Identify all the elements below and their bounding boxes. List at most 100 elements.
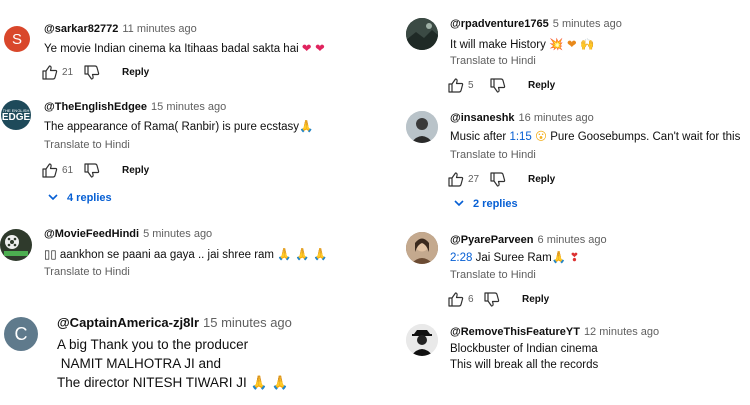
- avatar[interactable]: [0, 229, 32, 261]
- author-handle[interactable]: @CaptainAmerica-zj8lr: [57, 315, 199, 330]
- comment: THE ENGLISH EDGE @TheEnglishEdgee 15 minu…: [0, 90, 380, 218]
- avatar[interactable]: [406, 18, 438, 50]
- translate-link[interactable]: Translate to Hindi: [450, 149, 536, 161]
- avatar[interactable]: S: [4, 26, 30, 52]
- comment-header: @rpadventure1765 5 minutes ago: [450, 18, 622, 30]
- comment: @PyareParveen 6 minutes ago 2:28 Jai Sure…: [380, 225, 750, 320]
- reply-button[interactable]: Reply: [122, 67, 149, 78]
- like-count: 27: [468, 174, 480, 185]
- translate-link[interactable]: Translate to Hindi: [44, 139, 130, 151]
- translate-link[interactable]: Translate to Hindi: [450, 269, 536, 281]
- reply-button[interactable]: Reply: [122, 165, 149, 176]
- comment-time: 12 minutes ago: [583, 326, 660, 338]
- author-handle[interactable]: @TheEnglishEdgee: [44, 101, 147, 113]
- chevron-down-icon: [454, 198, 464, 210]
- comment-text-body: The appearance of Rama( Ranbir) is pure …: [44, 121, 300, 133]
- dislike-icon[interactable]: [490, 78, 506, 93]
- author-handle[interactable]: @MovieFeedHindi: [44, 228, 139, 240]
- translate-link[interactable]: Translate to Hindi: [450, 55, 536, 67]
- video-timestamp-link[interactable]: 1:15: [509, 131, 531, 143]
- dislike-icon[interactable]: [484, 292, 500, 307]
- comment: C @CaptainAmerica-zj8lr 15 minutes ago A …: [0, 300, 380, 405]
- comment-text: Music after 1:15 😮 Pure Goosebumps. Can'…: [450, 128, 740, 145]
- comment-text: 2:28 Jai Suree Ram🙏 ❣: [450, 249, 579, 266]
- like-count: 61: [62, 165, 74, 176]
- pray-emoji: 🙏 🙏: [250, 375, 289, 391]
- like-count: 21: [62, 67, 74, 78]
- comment-header: @PyareParveen 6 minutes ago: [450, 234, 607, 246]
- comment-line-with-emoji: The director NITESH TIWARI JI 🙏 🙏: [57, 373, 288, 393]
- pray-heart-emojis: 🙏 ❣: [551, 250, 580, 264]
- author-handle[interactable]: @PyareParveen: [450, 234, 534, 246]
- comment: @rpadventure1765 5 minutes ago It will ma…: [380, 0, 750, 105]
- comment-text: Ye movie Indian cinema ka Itihaas badal …: [44, 40, 325, 57]
- like-icon[interactable]: [42, 65, 58, 80]
- like-icon[interactable]: [42, 163, 58, 178]
- comment-header: @TheEnglishEdgee 15 minutes ago: [44, 101, 226, 113]
- comment-line: This will break all the records: [450, 359, 599, 371]
- translate-link[interactable]: Translate to Hindi: [44, 266, 130, 278]
- comment-line: Blockbuster of Indian cinema: [450, 343, 598, 355]
- author-handle[interactable]: @rpadventure1765: [450, 18, 549, 30]
- comment-time: 15 minutes ago: [151, 101, 227, 113]
- right-comment-column: @rpadventure1765 5 minutes ago It will ma…: [380, 0, 750, 405]
- silhouette-avatar-image: [406, 324, 438, 356]
- replies-count: 2 replies: [473, 198, 518, 210]
- comment-text-body: Pure Goosebumps. Can't wait for this: [547, 131, 741, 143]
- comment-text: ▯▯ aankhon se paani aa gaya .. jai shree…: [44, 246, 328, 263]
- comment-actions: 5 Reply: [448, 78, 555, 93]
- comment-line: NAMIT MALHOTRA JI and: [57, 356, 222, 371]
- comment-time: 11 minutes ago: [122, 23, 197, 35]
- author-handle[interactable]: @insaneshk: [450, 112, 515, 124]
- comment-text-body: ▯▯ aankhon se paani aa gaya .. jai shree…: [44, 249, 275, 261]
- avatar-letter: S: [11, 30, 22, 48]
- comment-line: A big Thank you to the producer: [57, 337, 249, 352]
- author-handle[interactable]: @RemoveThisFeatureYT: [450, 326, 580, 338]
- avatar[interactable]: C: [4, 317, 38, 351]
- view-replies-button[interactable]: 2 replies: [454, 198, 518, 210]
- left-comment-column: S @sarkar82772 11 minutes ago Ye movie In…: [0, 0, 380, 405]
- comment: @insaneshk 16 minutes ago Music after 1:1…: [380, 105, 750, 225]
- pray-emoji: 🙏 🙏 🙏: [277, 247, 328, 261]
- comment-text-body: Jai Suree Ram: [472, 252, 552, 264]
- comment: S @sarkar82772 11 minutes ago Ye movie In…: [0, 0, 380, 90]
- video-timestamp-link[interactable]: 2:28: [450, 252, 472, 264]
- comment-header: @CaptainAmerica-zj8lr 15 minutes ago: [57, 315, 292, 330]
- dislike-icon[interactable]: [84, 163, 100, 178]
- avatar[interactable]: [406, 232, 438, 264]
- avatar[interactable]: [406, 324, 438, 356]
- film-reel-icon: [4, 235, 28, 256]
- avatar[interactable]: THE ENGLISH EDGE: [1, 100, 31, 130]
- view-replies-button[interactable]: 4 replies: [48, 192, 112, 204]
- comment-time: 6 minutes ago: [537, 234, 607, 246]
- like-count: 5: [468, 80, 474, 91]
- avatar-letter: C: [14, 323, 28, 344]
- replies-count: 4 replies: [67, 192, 112, 204]
- comment-line: The director NITESH TIWARI JI: [57, 375, 247, 390]
- comment-header: @insaneshk 16 minutes ago: [450, 112, 594, 124]
- chevron-down-icon: [48, 192, 58, 204]
- comment-text: It will make History 💥 ❤ 🙌: [450, 36, 595, 53]
- comment-text-body: Music after: [450, 131, 510, 143]
- like-icon[interactable]: [448, 292, 464, 307]
- author-handle[interactable]: @sarkar82772: [44, 23, 118, 35]
- like-icon[interactable]: [448, 172, 464, 187]
- comment-time: 16 minutes ago: [518, 112, 594, 124]
- comment-time: 5 minutes ago: [143, 228, 213, 240]
- reply-button[interactable]: Reply: [528, 80, 555, 91]
- comment: @RemoveThisFeatureYT 12 minutes ago Block…: [380, 320, 750, 405]
- surprised-emoji: 😮: [535, 129, 548, 143]
- landscape-avatar-image: [406, 18, 438, 50]
- reply-button[interactable]: Reply: [528, 174, 555, 185]
- comment-text-body: It will make History: [450, 39, 546, 51]
- portrait-avatar-image: [406, 232, 438, 264]
- comment-time: 5 minutes ago: [552, 18, 622, 30]
- person-avatar-image: [406, 111, 438, 143]
- like-count: 6: [468, 294, 474, 305]
- comment-header: @MovieFeedHindi 5 minutes ago: [44, 228, 212, 240]
- reply-button[interactable]: Reply: [522, 294, 549, 305]
- dislike-icon[interactable]: [490, 172, 506, 187]
- dislike-icon[interactable]: [84, 65, 100, 80]
- avatar[interactable]: [406, 111, 438, 143]
- like-icon[interactable]: [448, 78, 464, 93]
